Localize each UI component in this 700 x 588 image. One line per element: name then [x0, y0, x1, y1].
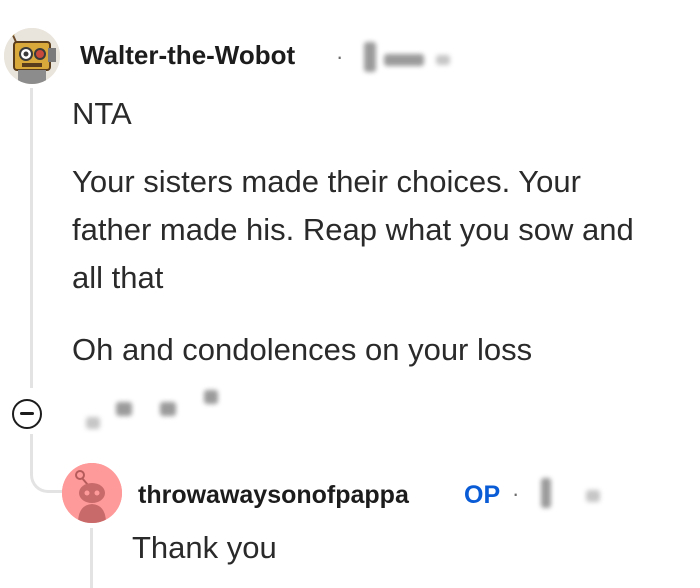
reply-username[interactable]: throwawaysonofpappa	[138, 481, 409, 510]
comment-paragraph: father made his. Reap what you sow and	[72, 212, 634, 247]
snoo-icon	[62, 463, 122, 523]
thread-line	[30, 88, 33, 388]
comment-paragraph: Oh and condolences on your loss	[72, 332, 533, 367]
comment-username[interactable]: Walter-the-Wobot	[80, 40, 295, 71]
comment-separator-dot: ·	[336, 44, 344, 69]
robot-icon	[4, 28, 60, 84]
user-avatar-snoo[interactable]	[62, 463, 122, 523]
op-badge: OP	[464, 481, 501, 509]
reply-separator-dot: ·	[512, 481, 520, 506]
comment-paragraph: NTA	[72, 96, 132, 131]
user-avatar-robot[interactable]	[4, 28, 60, 84]
comment-paragraph: all that	[72, 260, 164, 295]
reply-thread-line	[90, 528, 93, 588]
reply-text: Thank you	[132, 530, 277, 565]
comment-paragraph: Your sisters made their choices. Your	[72, 164, 581, 199]
collapse-thread-button[interactable]	[12, 399, 42, 429]
